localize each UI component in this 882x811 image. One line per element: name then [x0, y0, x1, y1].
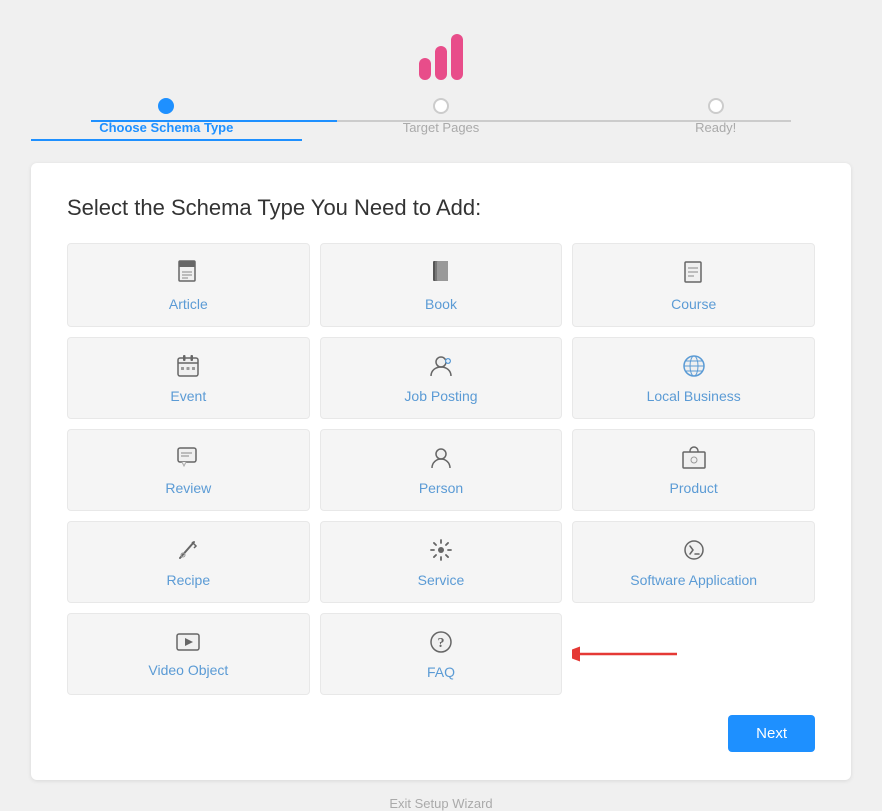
article-icon: [177, 260, 199, 290]
job-posting-icon: [428, 354, 454, 382]
schema-grid: Article Book Course: [67, 243, 815, 695]
faq-icon: ?: [429, 630, 453, 658]
book-icon: [430, 260, 452, 290]
event-icon: [176, 354, 200, 382]
video-object-label: Video Object: [148, 662, 228, 678]
person-label: Person: [419, 480, 463, 496]
schema-item-faq[interactable]: ? FAQ: [320, 613, 563, 695]
logo-bar-2: [435, 46, 447, 80]
service-icon: [429, 538, 453, 566]
book-label: Book: [425, 296, 457, 312]
software-application-icon: [682, 538, 706, 566]
local-business-label: Local Business: [647, 388, 741, 404]
next-button[interactable]: Next: [728, 715, 815, 752]
schema-item-recipe[interactable]: Recipe: [67, 521, 310, 603]
step-label-1: Choose Schema Type: [99, 120, 233, 135]
schema-item-video-object[interactable]: Video Object: [67, 613, 310, 695]
schema-item-local-business[interactable]: Local Business: [572, 337, 815, 419]
logo: [419, 28, 463, 80]
step-target-pages: Target Pages: [306, 98, 577, 141]
step-ready: Ready!: [580, 98, 851, 141]
schema-item-review[interactable]: Review: [67, 429, 310, 511]
local-business-icon: [682, 354, 706, 382]
step-underline: [31, 139, 302, 141]
review-icon: [176, 446, 200, 474]
faq-arrow-indicator: [572, 640, 682, 668]
schema-item-person[interactable]: Person: [320, 429, 563, 511]
schema-item-event[interactable]: Event: [67, 337, 310, 419]
software-application-label: Software Application: [630, 572, 757, 588]
step-circle-2: [433, 98, 449, 114]
bottom-row: Next: [67, 715, 815, 752]
step-circle-3: [708, 98, 724, 114]
schema-item-job-posting[interactable]: Job Posting: [320, 337, 563, 419]
product-icon: [681, 446, 707, 474]
schema-item-service[interactable]: Service: [320, 521, 563, 603]
card-title: Select the Schema Type You Need to Add:: [67, 195, 815, 221]
schema-item-course[interactable]: Course: [572, 243, 815, 327]
step-choose-schema: Choose Schema Type: [31, 98, 302, 141]
main-card: Select the Schema Type You Need to Add: …: [31, 163, 851, 780]
job-posting-label: Job Posting: [404, 388, 477, 404]
article-label: Article: [169, 296, 208, 312]
exit-setup-wizard[interactable]: Exit Setup Wizard: [389, 796, 492, 811]
schema-item-product[interactable]: Product: [572, 429, 815, 511]
recipe-label: Recipe: [167, 572, 211, 588]
steps-container: Choose Schema Type Target Pages Ready!: [31, 98, 851, 141]
recipe-icon: [176, 538, 200, 566]
event-label: Event: [170, 388, 206, 404]
product-label: Product: [670, 480, 718, 496]
faq-label: FAQ: [427, 664, 455, 680]
step-label-2: Target Pages: [403, 120, 480, 135]
course-label: Course: [671, 296, 716, 312]
course-icon: [683, 260, 705, 290]
service-label: Service: [418, 572, 465, 588]
person-icon: [429, 446, 453, 474]
faq-container: ? FAQ: [320, 613, 563, 695]
wizard-steps: Choose Schema Type Target Pages Ready!: [31, 98, 851, 141]
logo-bar-1: [419, 58, 431, 80]
review-label: Review: [165, 480, 211, 496]
schema-item-article[interactable]: Article: [67, 243, 310, 327]
logo-bar-3: [451, 34, 463, 80]
step-circle-1: [158, 98, 174, 114]
svg-text:?: ?: [437, 636, 444, 651]
arrow-svg: [572, 640, 682, 668]
video-object-icon: [176, 632, 200, 656]
schema-item-book[interactable]: Book: [320, 243, 563, 327]
step-label-3: Ready!: [695, 120, 736, 135]
schema-item-software-application[interactable]: Software Application: [572, 521, 815, 603]
